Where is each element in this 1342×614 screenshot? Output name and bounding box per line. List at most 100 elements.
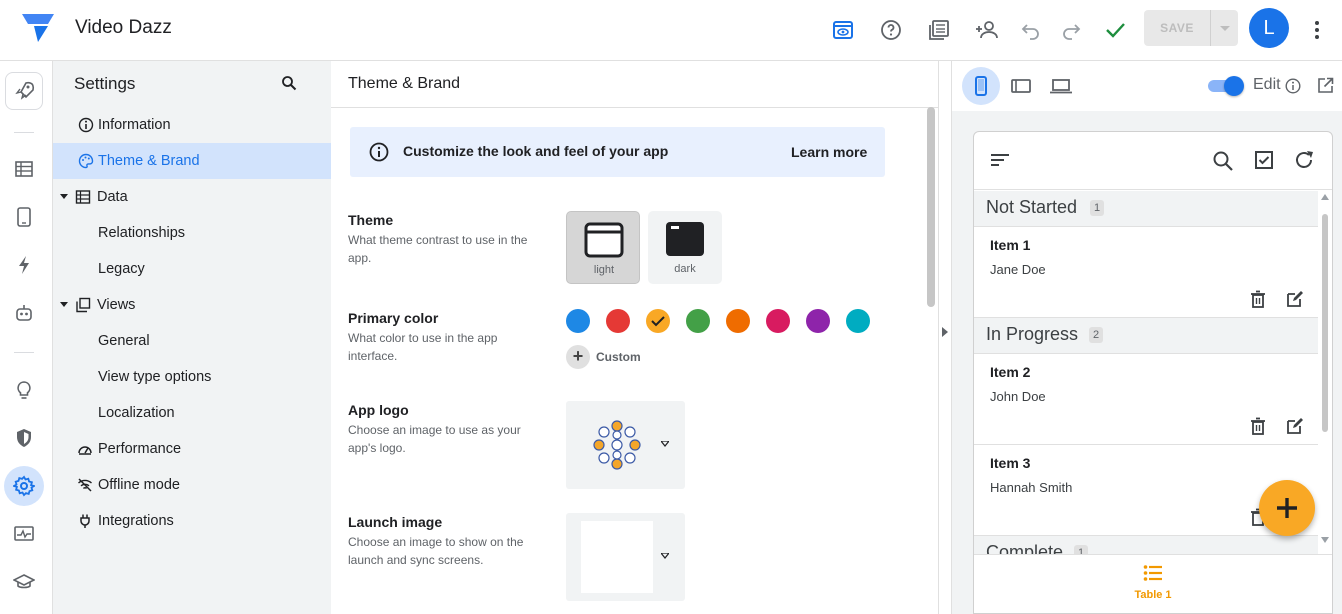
nav-item-information[interactable]: Information [53,107,331,143]
main-scrollbar[interactable] [927,107,935,307]
nav-item-legacy[interactable]: Legacy [53,251,331,287]
scroll-up-icon[interactable] [1321,194,1329,200]
color-swatch[interactable] [726,309,750,333]
caret-down-icon[interactable] [60,302,68,308]
top-app-bar: Video Dazz SAVE L [0,0,1342,61]
settings-title: Settings [74,74,136,93]
more-vert-icon[interactable] [1301,14,1333,46]
save-dropdown-button[interactable] [1210,10,1238,46]
nav-item-relationships[interactable]: Relationships [53,215,331,251]
undo-icon[interactable] [1015,14,1047,46]
dropdown-arrow-icon[interactable] [661,441,669,447]
rail-learn[interactable] [4,562,44,602]
device-phone-button[interactable] [962,67,1000,105]
delete-icon[interactable] [1248,289,1268,309]
list-item[interactable]: Item 1 Jane Doe [974,227,1318,318]
redo-icon[interactable] [1055,14,1087,46]
rail-automation[interactable] [4,245,44,285]
chevron-right-icon[interactable] [941,327,949,337]
theme-option-dark[interactable]: dark [648,211,722,284]
open-in-new-icon[interactable] [1317,77,1334,94]
info-icon [78,117,94,133]
edit-icon[interactable] [1285,289,1305,309]
caret-down-icon[interactable] [60,194,68,200]
main-content: Theme & Brand Customize the look and fee… [331,61,938,614]
edit-label: Edit [1253,76,1281,93]
scroll-down-icon[interactable] [1321,537,1329,543]
window-dark-icon [666,222,704,256]
rail-bots[interactable] [4,293,44,333]
phone-scrollbar[interactable] [1320,192,1330,546]
rail-data[interactable] [4,149,44,189]
nav-item-localization[interactable]: Localization [53,395,331,431]
dropdown-arrow-icon[interactable] [661,553,669,559]
nav-item-label: Integrations [98,513,174,529]
plus-icon: + [566,345,590,369]
bottom-nav-tab-table1[interactable]: Table 1 [974,555,1332,613]
nav-item-view-type-options[interactable]: View type options [53,359,331,395]
color-swatch[interactable] [646,309,670,333]
phone-icon [975,76,987,96]
save-button[interactable]: SAVE [1144,10,1238,46]
laptop-icon [1050,79,1072,94]
rail-views[interactable] [4,197,44,237]
info-icon[interactable] [1285,78,1301,94]
color-swatch[interactable] [766,309,790,333]
help-icon[interactable] [875,14,907,46]
scrollbar-thumb[interactable] [1322,214,1328,432]
device-laptop-button[interactable] [1042,67,1080,105]
add-user-icon[interactable] [971,14,1003,46]
theme-option-light[interactable]: light [566,211,640,284]
edit-toggle[interactable] [1208,76,1244,96]
checkmark-icon[interactable] [1099,14,1131,46]
nav-item-views[interactable]: Views [53,287,331,323]
nav-item-theme-brand[interactable]: Theme & Brand [53,143,331,179]
nav-item-general[interactable]: General [53,323,331,359]
device-tablet-button[interactable] [1002,67,1040,105]
sort-icon[interactable] [990,152,1010,168]
panel-splitter[interactable] [938,61,952,614]
color-swatch[interactable] [606,309,630,333]
custom-color-label: Custom [596,350,641,364]
info-icon [369,142,389,162]
nav-item-label: Views [97,297,136,313]
nav-item-data[interactable]: Data [53,179,331,215]
rail-settings[interactable] [4,466,44,506]
color-swatch[interactable] [686,309,710,333]
nav-item-integrations[interactable]: Integrations [53,503,331,539]
launch-image-picker[interactable] [566,513,685,601]
avatar[interactable]: L [1249,8,1289,48]
search-icon[interactable] [1212,150,1234,172]
delete-icon[interactable] [1248,416,1268,436]
select-checkbox-icon[interactable] [1254,150,1274,170]
preview-icon[interactable] [827,14,859,46]
group-header[interactable]: In Progress 2 [974,318,1318,354]
refresh-icon[interactable] [1293,149,1315,171]
gallery-icon[interactable] [923,14,955,46]
page-title: Theme & Brand [348,75,461,92]
group-name: In Progress [986,324,1079,344]
app-logo-picker[interactable] [566,401,685,489]
launch-image-description: Choose an image to show on the launch an… [348,535,524,567]
learn-more-link[interactable]: Learn more [791,144,867,160]
primary-color-title: Primary color [348,310,439,326]
nav-item-label: View type options [98,369,212,385]
color-swatch[interactable] [806,309,830,333]
rail-security[interactable] [4,418,44,458]
color-swatch[interactable] [846,309,870,333]
robot-icon [16,305,32,321]
item-person: Jane Doe [990,262,1046,277]
rail-deploy[interactable] [5,72,43,110]
group-header[interactable]: Not Started 1 [974,191,1318,227]
add-fab-button[interactable] [1259,480,1315,536]
rail-intelligence[interactable] [4,370,44,410]
nav-item-offline-mode[interactable]: Offline mode [53,467,331,503]
edit-icon[interactable] [1285,416,1305,436]
rail-monitor[interactable] [4,514,44,554]
nav-item-performance[interactable]: Performance [53,431,331,467]
info-banner: Customize the look and feel of your app … [350,127,885,177]
theme-description: What theme contrast to use in the app. [348,233,528,265]
list-item[interactable]: Item 2 John Doe [974,354,1318,445]
search-icon[interactable] [281,75,297,91]
color-swatch[interactable] [566,309,590,333]
